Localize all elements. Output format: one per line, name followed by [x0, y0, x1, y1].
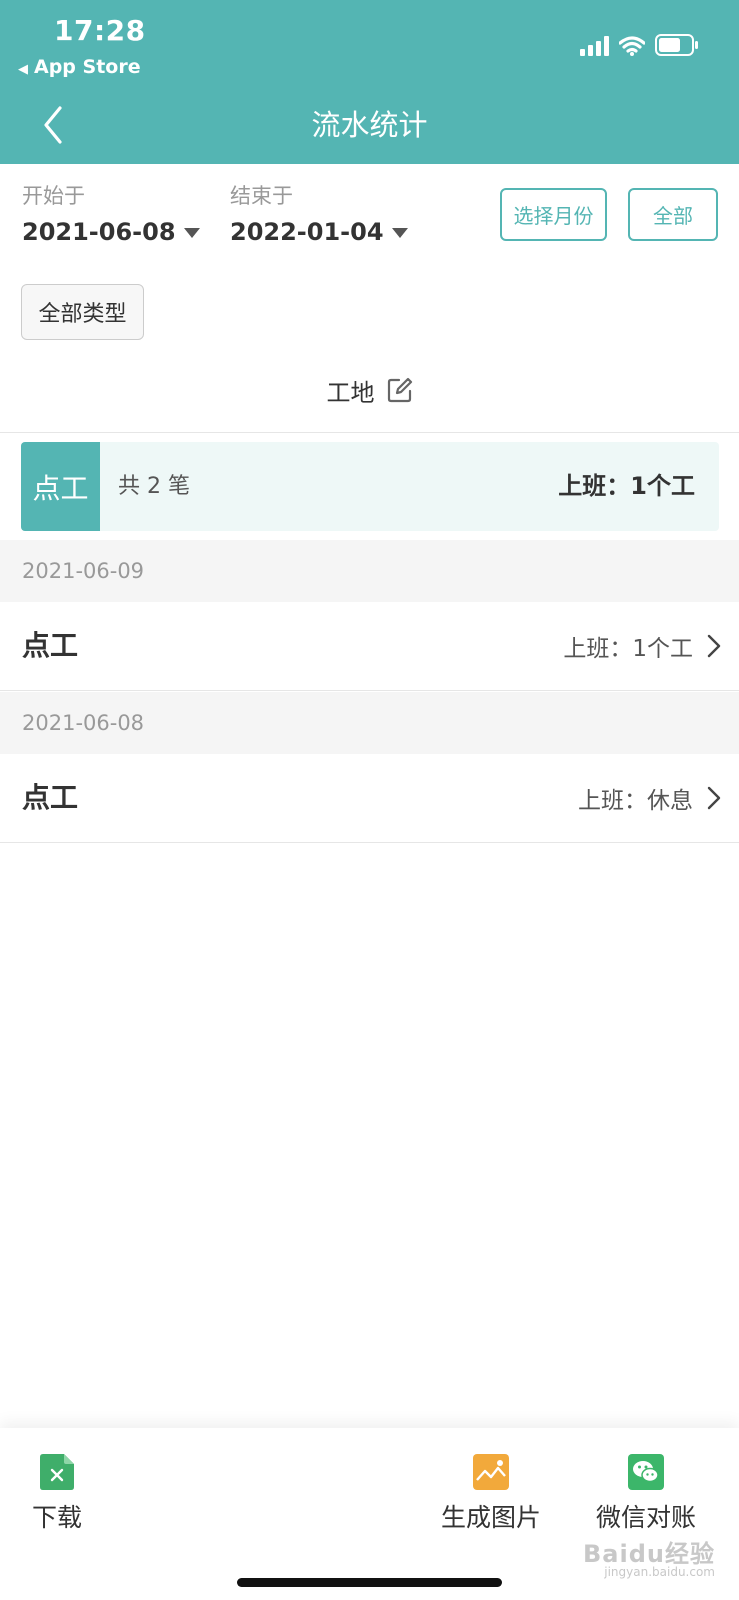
start-date-label: 开始于: [22, 184, 85, 208]
signal-icon: [580, 36, 609, 56]
wechat-reconcile-label: 微信对账: [596, 1503, 697, 1532]
site-selector[interactable]: 工地: [0, 370, 739, 410]
summary-card: 点工 共 2 笔 上班：1个工: [21, 442, 719, 531]
record-row[interactable]: 点工 上班：1个工: [0, 602, 739, 691]
date-group-header: 2021-06-08: [0, 692, 739, 754]
download-button[interactable]: 下载: [32, 1454, 82, 1534]
summary-type-tag: 点工: [21, 442, 100, 531]
download-label: 下载: [32, 1503, 83, 1532]
caret-down-icon: [391, 228, 408, 238]
site-label: 工地: [326, 378, 375, 407]
baidu-watermark-url: jingyan.baidu.com: [604, 1565, 715, 1579]
baidu-watermark: Baidu经验: [583, 1540, 715, 1568]
summary-count: 共 2 笔: [118, 474, 190, 499]
chevron-right-icon: [707, 786, 721, 810]
status-icons: [580, 34, 699, 56]
type-filter-button[interactable]: 全部类型: [21, 284, 144, 340]
record-status: 上班：1个工: [563, 636, 693, 662]
back-triangle-icon: ◀: [18, 62, 28, 77]
edit-icon: [387, 377, 412, 403]
filter-divider: [0, 432, 739, 433]
end-date-value: 2022-01-04: [230, 218, 384, 246]
date-group-header: 2021-06-09: [0, 540, 739, 602]
generate-image-label: 生成图片: [441, 1503, 542, 1532]
picture-icon: [473, 1454, 509, 1490]
record-status: 上班：休息: [578, 788, 693, 814]
record-right: 上班：1个工: [563, 602, 721, 690]
status-time: 17:28: [54, 14, 146, 47]
summary-attendance: 上班：1个工: [558, 472, 695, 500]
end-date-label: 结束于: [230, 184, 293, 208]
record-type: 点工: [22, 629, 79, 662]
caret-down-icon: [183, 228, 200, 238]
end-date-picker[interactable]: 2022-01-04: [230, 218, 408, 246]
record-right: 上班：休息: [578, 754, 721, 842]
all-range-button[interactable]: 全部: [628, 188, 718, 241]
page-title: 流水统计: [311, 108, 428, 142]
battery-icon: [655, 34, 699, 56]
app-header: 17:28 ◀ App Store 流水统计: [0, 0, 739, 164]
wifi-icon: [619, 36, 645, 56]
chevron-right-icon: [707, 634, 721, 658]
excel-file-icon: [40, 1454, 74, 1490]
generate-image-button[interactable]: 生成图片: [441, 1454, 541, 1534]
start-date-picker[interactable]: 2021-06-08: [22, 218, 200, 246]
home-indicator[interactable]: [237, 1578, 502, 1587]
wechat-icon: [628, 1454, 664, 1490]
back-app-label: App Store: [34, 56, 141, 78]
start-date-value: 2021-06-08: [22, 218, 176, 246]
page: 17:28 ◀ App Store 流水统计 开始于 2021-06-08 结束…: [0, 0, 739, 1600]
select-month-button[interactable]: 选择月份: [500, 188, 607, 241]
wechat-reconcile-button[interactable]: 微信对账: [596, 1454, 696, 1534]
back-to-app-link[interactable]: ◀ App Store: [18, 56, 141, 78]
record-row[interactable]: 点工 上班：休息: [0, 754, 739, 843]
record-type: 点工: [22, 781, 79, 814]
